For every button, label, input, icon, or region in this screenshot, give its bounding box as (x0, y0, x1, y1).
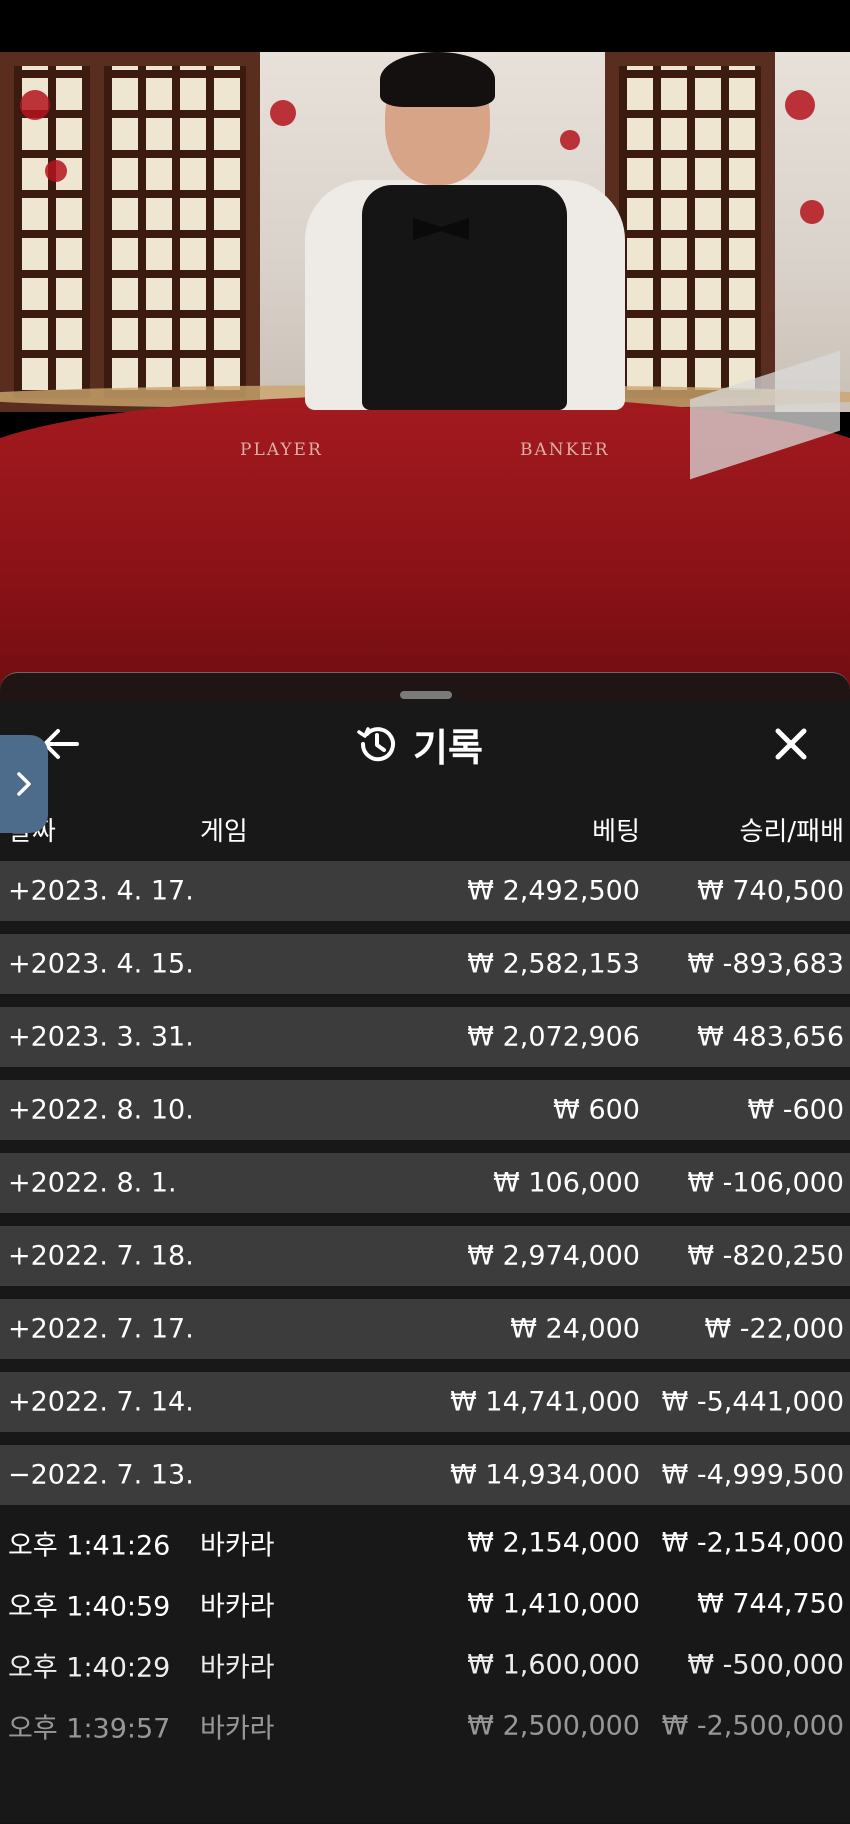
blossom-decoration (560, 130, 580, 150)
column-header-game: 게임 (200, 817, 248, 847)
column-header-bet: 베팅 (592, 817, 640, 847)
game-row-game: 바카라 (200, 1530, 275, 1562)
side-drawer-tab[interactable] (0, 735, 48, 833)
day-row-bet: ₩ 14,934,000 (450, 1459, 640, 1491)
blossom-decoration (800, 200, 824, 224)
day-row-win-loss: ₩ -893,683 (687, 948, 844, 980)
game-row-win-loss: ₩ -2,500,000 (661, 1710, 844, 1742)
lattice-screen-right (605, 52, 775, 412)
blossom-decoration (20, 90, 50, 120)
day-row-bet: ₩ 2,974,000 (467, 1240, 640, 1272)
day-row-bet: ₩ 24,000 (510, 1313, 640, 1345)
table-label-banker: BANKER (520, 440, 610, 460)
day-row-bet: ₩ 14,741,000 (450, 1386, 640, 1418)
game-row-game: 바카라 (200, 1652, 275, 1684)
day-row-date: +2022. 8. 10. (8, 1094, 194, 1126)
day-row-win-loss: ₩ -820,250 (687, 1240, 844, 1272)
panel-title-text: 기록 (413, 725, 483, 770)
day-row[interactable]: +2023. 4. 15. ₩ 2,582,153 ₩ -893,683 (0, 934, 850, 994)
day-row-bet: ₩ 106,000 (493, 1167, 640, 1199)
game-row-bet: ₩ 1,600,000 (467, 1649, 640, 1681)
history-panel: 기록 날짜 게임 베팅 승리/패배 +2023. 4. 17. ₩ 2,492,… (0, 672, 850, 1824)
day-row-date: +2022. 7. 18. (8, 1240, 194, 1272)
game-row-win-loss: ₩ -2,154,000 (661, 1527, 844, 1559)
game-row-win-loss: ₩ -500,000 (687, 1649, 844, 1681)
chevron-right-icon (17, 772, 31, 796)
game-row[interactable]: 오후 1:40:29 바카라 ₩ 1,600,000 ₩ -500,000 (0, 1635, 850, 1695)
drag-handle[interactable] (400, 691, 452, 699)
day-row-date: +2022. 7. 14. (8, 1386, 194, 1418)
day-row-win-loss: ₩ -22,000 (704, 1313, 845, 1345)
day-row[interactable]: +2022. 8. 10. ₩ 600 ₩ -600 (0, 1080, 850, 1140)
status-bar (0, 0, 850, 52)
day-row-win-loss: ₩ 740,500 (697, 875, 844, 907)
day-row[interactable]: +2022. 8. 1. ₩ 106,000 ₩ -106,000 (0, 1153, 850, 1213)
blossom-decoration (45, 160, 67, 182)
day-row[interactable]: +2022. 7. 14. ₩ 14,741,000 ₩ -5,441,000 (0, 1372, 850, 1432)
game-row-bet: ₩ 2,154,000 (467, 1527, 640, 1559)
blossom-decoration (785, 90, 815, 120)
game-row-time: 오후 1:39:57 (8, 1713, 171, 1745)
game-row[interactable]: 오후 1:41:26 바카라 ₩ 2,154,000 ₩ -2,154,000 (0, 1513, 850, 1573)
game-row[interactable]: 오후 1:40:59 바카라 ₩ 1,410,000 ₩ 744,750 (0, 1574, 850, 1634)
day-row[interactable]: +2023. 3. 31. ₩ 2,072,906 ₩ 483,656 (0, 1007, 850, 1067)
dealer-vest (362, 185, 567, 410)
day-row-win-loss: ₩ -4,999,500 (661, 1459, 844, 1491)
day-row[interactable]: +2022. 7. 17. ₩ 24,000 ₩ -22,000 (0, 1299, 850, 1359)
close-icon (775, 728, 807, 760)
game-row-bet: ₩ 1,410,000 (467, 1588, 640, 1620)
table-header: 날짜 게임 베팅 승리/패배 (0, 811, 850, 851)
day-row-win-loss: ₩ -106,000 (687, 1167, 844, 1199)
day-row-win-loss: ₩ -5,441,000 (661, 1386, 844, 1418)
day-row-win-loss: ₩ -600 (747, 1094, 844, 1126)
panel-title: 기록 (355, 717, 483, 771)
day-row-date: +2023. 4. 17. (8, 875, 194, 907)
day-row-bet: ₩ 2,582,153 (467, 948, 640, 980)
day-row-date: +2023. 3. 31. (8, 1021, 194, 1053)
game-row-time: 오후 1:40:59 (8, 1591, 171, 1623)
game-row-time: 오후 1:40:29 (8, 1652, 171, 1684)
day-row[interactable]: +2022. 7. 18. ₩ 2,974,000 ₩ -820,250 (0, 1226, 850, 1286)
table-label-player: PLAYER (240, 440, 323, 460)
game-row-game: 바카라 (200, 1713, 275, 1745)
column-header-win-loss: 승리/패배 (739, 817, 844, 847)
close-button[interactable] (766, 719, 816, 769)
day-row-expanded[interactable]: −2022. 7. 13. ₩ 14,934,000 ₩ -4,999,500 (0, 1445, 850, 1505)
day-row-win-loss: ₩ 483,656 (697, 1021, 844, 1053)
game-row-game: 바카라 (200, 1591, 275, 1623)
lattice-screen-left-2 (90, 52, 260, 412)
game-row[interactable]: 오후 1:39:57 바카라 ₩ 2,500,000 ₩ -2,500,000 (0, 1696, 850, 1756)
day-row-date: +2022. 8. 1. (8, 1167, 177, 1199)
dealer-hair (380, 52, 495, 107)
game-row-time: 오후 1:41:26 (8, 1530, 171, 1562)
blossom-decoration (270, 100, 296, 126)
game-row-bet: ₩ 2,500,000 (467, 1710, 640, 1742)
history-clock-icon (357, 727, 395, 762)
day-row[interactable]: +2023. 4. 17. ₩ 2,492,500 ₩ 740,500 (0, 861, 850, 921)
day-row-bet: ₩ 600 (553, 1094, 640, 1126)
day-row-date: −2022. 7. 13. (8, 1459, 194, 1491)
day-row-date: +2022. 7. 17. (8, 1313, 194, 1345)
day-row-bet: ₩ 2,072,906 (467, 1021, 640, 1053)
day-row-date: +2023. 4. 15. (8, 948, 194, 980)
day-row-bet: ₩ 2,492,500 (467, 875, 640, 907)
game-row-win-loss: ₩ 744,750 (697, 1588, 844, 1620)
